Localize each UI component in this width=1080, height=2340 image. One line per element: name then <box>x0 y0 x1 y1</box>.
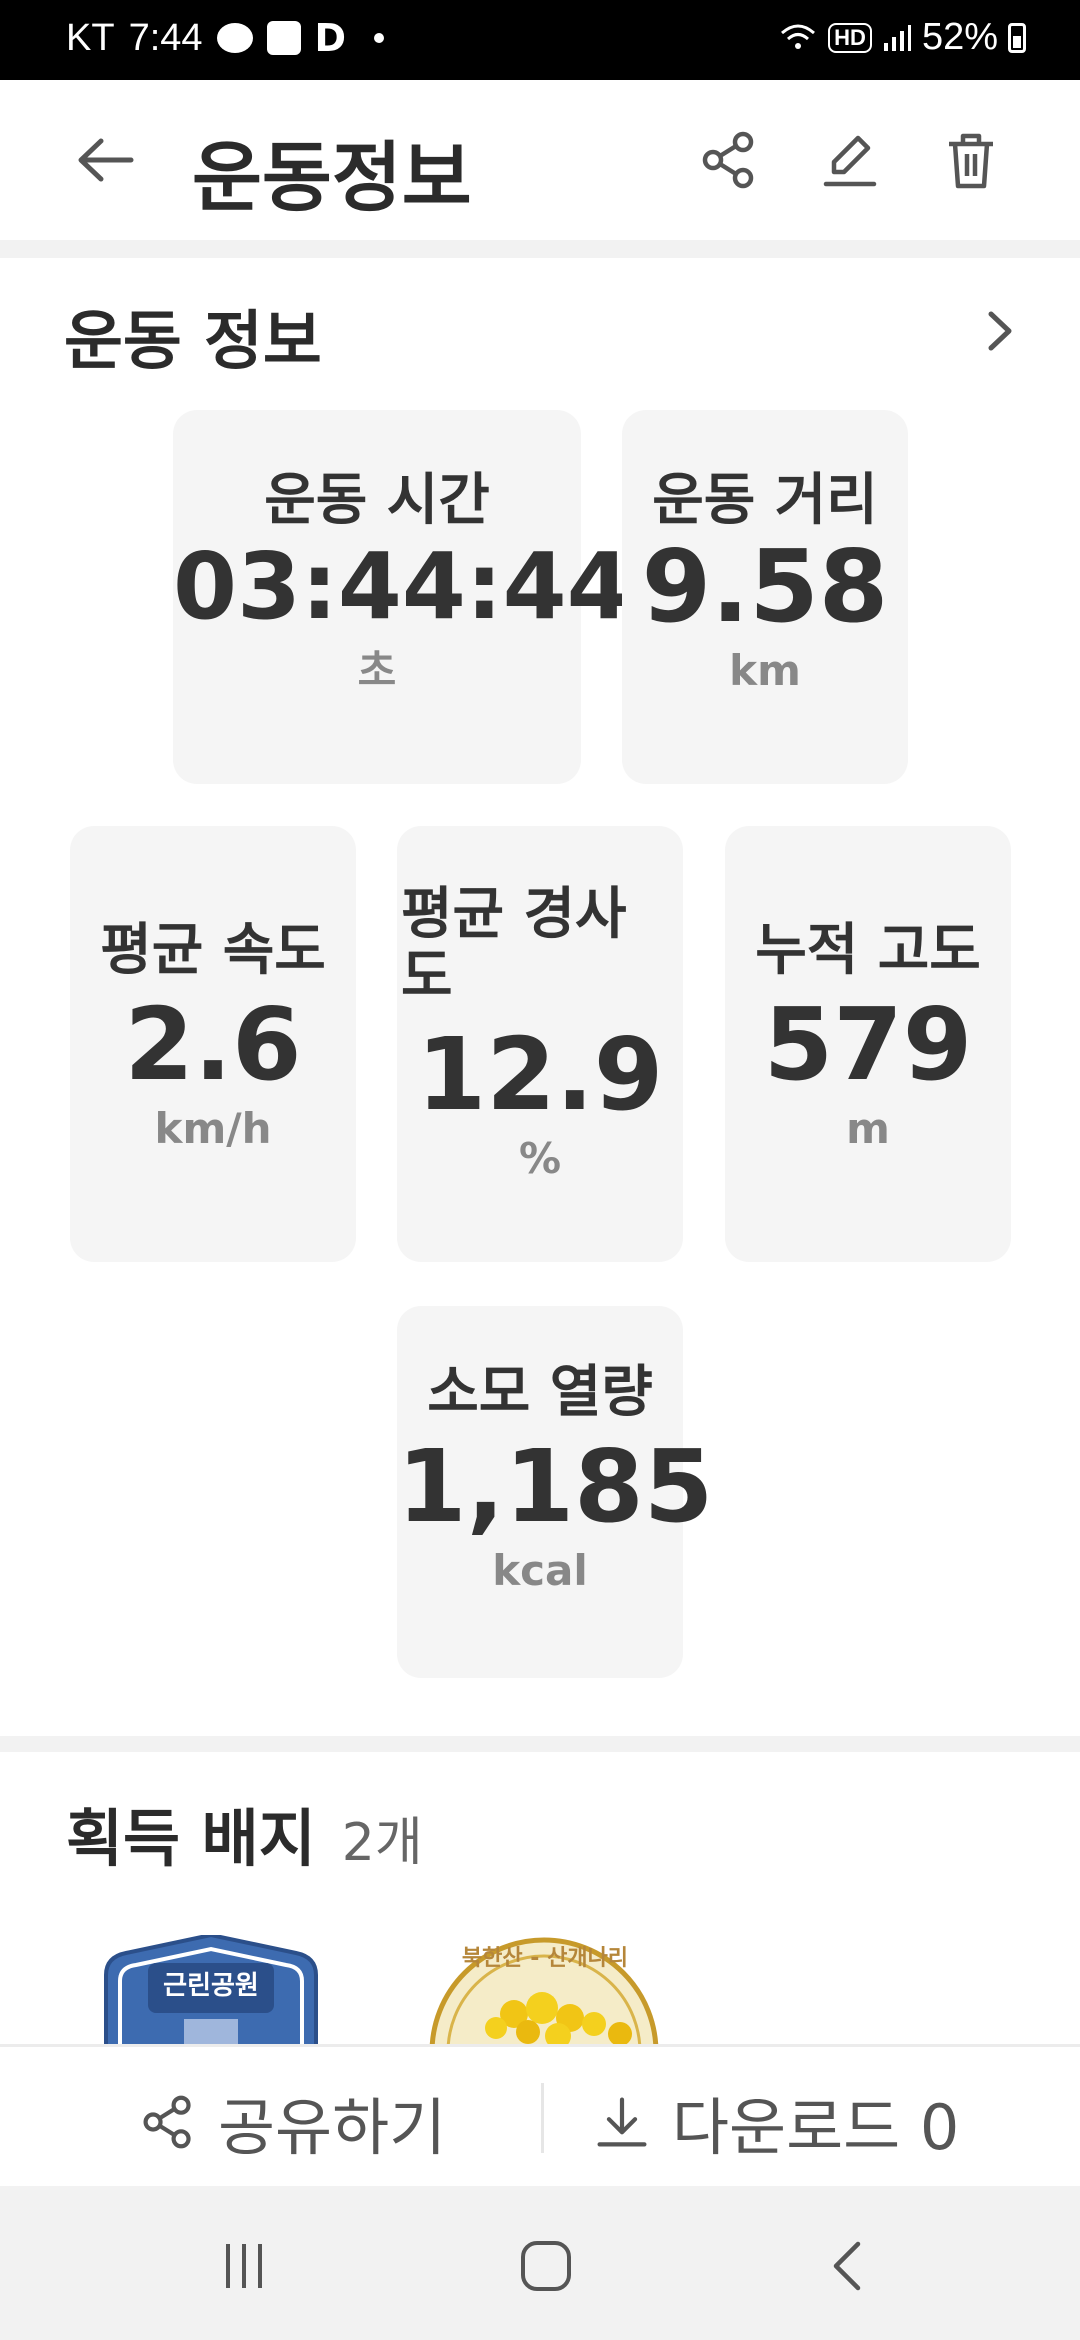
app-d-icon: D <box>314 16 347 60</box>
stat-value: 1,185 <box>397 1428 714 1545</box>
stat-card-distance: 운동 거리 9.58 km <box>622 410 908 784</box>
trash-icon <box>949 133 993 189</box>
stat-unit: 초 <box>357 646 397 695</box>
section-title: 운동 정보 <box>64 305 322 379</box>
recent-apps-button[interactable] <box>204 2226 284 2306</box>
share-action-button[interactable]: 공유하기 <box>140 2077 446 2167</box>
status-bar: KT 7:44 D HD 52% <box>0 0 1080 80</box>
download-icon <box>597 2097 647 2147</box>
share-label: 공유하기 <box>218 2091 447 2164</box>
stat-value: 9.58 <box>641 528 889 645</box>
page-title: 운동정보 <box>192 133 472 222</box>
stat-label: 평균 속도 <box>100 918 326 983</box>
system-back-button[interactable] <box>808 2226 888 2306</box>
badge-text: 북한산 - 산개나리 <box>461 1946 629 1971</box>
edit-button[interactable] <box>815 125 885 195</box>
battery-icon <box>1008 22 1026 53</box>
signal-icon <box>883 24 911 51</box>
wifi-icon <box>781 24 816 49</box>
badge-bukhansan[interactable]: 북한산 - 산개나리 <box>424 1932 664 2044</box>
home-button[interactable] <box>506 2226 586 2306</box>
badge-park[interactable]: 근린공원 <box>86 1935 336 2045</box>
back-button[interactable] <box>70 125 140 195</box>
share-button[interactable] <box>694 125 764 195</box>
chevron-right-icon <box>988 311 1012 351</box>
hd-icon: HD <box>828 22 872 53</box>
stat-label: 소모 열량 <box>427 1360 653 1425</box>
divider <box>0 1736 1080 1752</box>
back-chevron-icon <box>833 2241 861 2291</box>
clock: 7:44 <box>128 16 203 59</box>
stat-unit: % <box>518 1134 562 1183</box>
stat-unit: km/h <box>154 1104 272 1153</box>
badges-title: 획득 배지 <box>66 1802 316 1875</box>
delete-button[interactable] <box>936 125 1006 195</box>
stat-card-slope: 평균 경사도 12.9 % <box>397 826 683 1262</box>
stat-unit: kcal <box>492 1546 588 1595</box>
stat-label: 운동 거리 <box>652 468 878 533</box>
divider <box>541 2083 544 2153</box>
notification-dot-icon <box>374 33 385 43</box>
divider <box>0 240 1080 258</box>
section-detail-button[interactable] <box>970 296 1030 366</box>
stat-value: 03:44:44 <box>173 533 631 640</box>
pencil-icon <box>823 135 877 187</box>
stat-value: 12.9 <box>416 1016 664 1133</box>
app-bar: 운동정보 <box>0 80 1080 243</box>
stat-label: 누적 고도 <box>755 918 981 983</box>
stat-label: 운동 시간 <box>264 468 490 533</box>
stat-value: 579 <box>763 986 973 1103</box>
share-icon <box>143 2095 191 2149</box>
stat-card-time: 운동 시간 03:44:44 초 <box>173 410 631 784</box>
stat-label: 평균 경사도 <box>401 882 627 1009</box>
bottom-action-bar: 공유하기 다운로드 0 <box>0 2044 1080 2189</box>
pay-app-icon <box>266 21 301 55</box>
stat-card-altitude: 누적 고도 579 m <box>725 826 1011 1262</box>
arrow-left-icon <box>78 138 134 182</box>
share-icon <box>702 131 754 189</box>
badges-count: 2개 <box>341 1813 423 1873</box>
download-button[interactable]: 다운로드 0 <box>594 2077 959 2167</box>
battery-percent: 52% <box>921 16 998 58</box>
carrier-label: KT <box>66 16 115 59</box>
status-left: KT 7:44 D <box>66 16 385 60</box>
recent-apps-icon <box>226 2244 262 2288</box>
download-label: 다운로드 0 <box>672 2091 960 2164</box>
stat-value: 2.6 <box>124 986 302 1103</box>
system-nav-bar <box>0 2186 1080 2340</box>
stat-unit: km <box>729 646 801 695</box>
stat-card-speed: 평균 속도 2.6 km/h <box>70 826 356 1262</box>
stat-card-calories: 소모 열량 1,185 kcal <box>397 1306 714 1678</box>
badges-header: 획득 배지 2개 <box>66 1788 423 1878</box>
stat-unit: m <box>846 1104 890 1153</box>
chat-bubble-icon <box>216 23 253 53</box>
home-icon <box>521 2241 571 2291</box>
badge-text: 근린공원 <box>163 1971 259 2001</box>
status-right: HD 52% <box>778 16 1026 59</box>
